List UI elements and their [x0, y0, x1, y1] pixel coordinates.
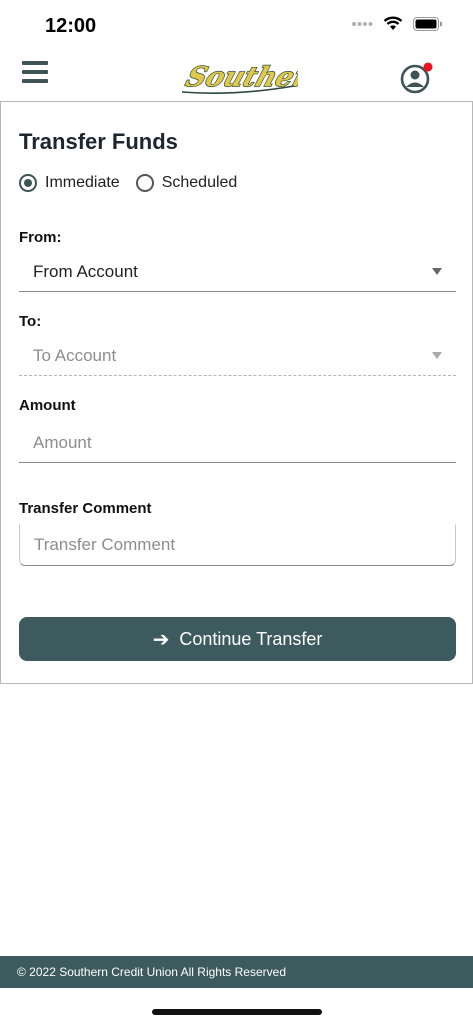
from-account-select[interactable]: From Account: [19, 254, 456, 292]
user-profile-icon: [400, 62, 433, 94]
wifi-icon: [383, 16, 403, 30]
signal-icon: [352, 21, 373, 26]
footer: © 2022 Southern Credit Union All Rights …: [0, 956, 473, 988]
battery-icon: [413, 16, 442, 31]
page-title: Transfer Funds: [19, 129, 178, 154]
radio-immediate[interactable]: Immediate: [19, 174, 120, 192]
dropdown-caret-icon: [432, 352, 442, 359]
arrow-right-icon: ➔: [152, 627, 170, 651]
southern-logo: Southern: [181, 60, 298, 94]
to-label: To:: [19, 313, 42, 330]
home-indicator[interactable]: [152, 1009, 322, 1015]
from-account-value: From Account: [33, 262, 138, 281]
amount-label: Amount: [19, 397, 76, 414]
transfer-comment-label: Transfer Comment: [19, 500, 152, 517]
to-account-select[interactable]: To Account: [19, 338, 456, 376]
radio-checked-icon: [19, 174, 37, 192]
status-time: 12:00: [45, 15, 97, 37]
dropdown-caret-icon: [432, 268, 442, 275]
continue-transfer-button[interactable]: ➔ Continue Transfer: [19, 617, 456, 661]
notification-dot: [423, 62, 433, 72]
radio-scheduled[interactable]: Scheduled: [135, 174, 238, 192]
transfer-type-radio-group: Immediate Scheduled: [19, 174, 253, 192]
transfer-form-card: Transfer Funds Immediate Scheduled From:…: [0, 101, 473, 684]
profile-button[interactable]: [399, 62, 435, 94]
hamburger-menu-icon[interactable]: [22, 61, 48, 85]
status-icons: [351, 16, 443, 31]
app-header: Southern: [0, 50, 473, 100]
radio-unchecked-icon: [135, 174, 154, 192]
radio-scheduled-label: Scheduled: [161, 174, 238, 191]
radio-immediate-label: Immediate: [45, 174, 120, 191]
transfer-comment-input[interactable]: [19, 524, 456, 566]
from-label: From:: [19, 229, 62, 246]
copyright-text: © 2022 Southern Credit Union All Rights …: [17, 965, 286, 979]
to-account-value: To Account: [33, 346, 117, 365]
amount-input[interactable]: [19, 423, 456, 463]
status-bar: 12:00: [0, 0, 473, 50]
continue-transfer-label: Continue Transfer: [179, 628, 323, 649]
